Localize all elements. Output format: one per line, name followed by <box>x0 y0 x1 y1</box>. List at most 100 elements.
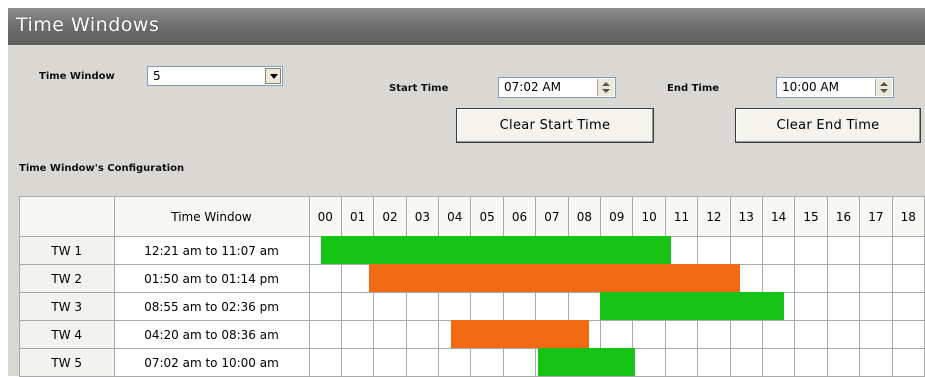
time-range-cell: 01:50 am to 01:14 pm <box>113 264 310 293</box>
hour-cell <box>632 292 666 321</box>
hour-cell <box>405 348 440 377</box>
hour-cell <box>502 292 537 321</box>
hour-cell <box>859 320 893 349</box>
hour-cell <box>373 348 407 377</box>
hour-cell <box>567 236 602 265</box>
hour-cell <box>340 348 375 377</box>
hour-header: 12 <box>697 196 731 237</box>
hour-cell <box>664 320 699 349</box>
hour-header: 08 <box>567 196 602 237</box>
hour-cell <box>891 264 925 293</box>
hour-cell <box>308 264 342 293</box>
time-window-value: 5 <box>153 69 161 83</box>
hour-cell <box>405 292 440 321</box>
table-row[interactable]: TW 2 01:50 am to 01:14 pm <box>19 264 925 293</box>
hour-cell <box>859 292 893 321</box>
hour-cell <box>502 320 537 349</box>
time-range-cell: 04:20 am to 08:36 am <box>113 320 310 349</box>
hour-cell <box>761 292 796 321</box>
time-window-grid: Time Window 00 01 02 03 04 05 06 07 08 09 10 11 12 13… <box>19 196 925 377</box>
time-window-label: Time Window <box>39 71 115 82</box>
spinner-icon[interactable] <box>875 79 892 96</box>
hour-cell <box>600 264 634 293</box>
hour-cell <box>600 236 634 265</box>
hour-header: 18 <box>891 196 925 237</box>
table-row[interactable]: TW 5 07:02 am to 10:00 am <box>19 348 925 377</box>
time-window-select[interactable]: 5 <box>147 66 283 86</box>
hour-header: 11 <box>664 196 699 237</box>
hour-cell <box>438 236 472 265</box>
hour-cell <box>794 236 828 265</box>
hour-cell <box>664 236 699 265</box>
hour-cell <box>632 264 666 293</box>
hour-cell <box>340 292 375 321</box>
time-range-cell: 12:21 am to 11:07 am <box>113 236 310 265</box>
hour-header: 05 <box>470 196 504 237</box>
hour-cell <box>535 320 569 349</box>
hour-cell <box>535 348 569 377</box>
start-time-picker[interactable]: 07:02 AM <box>498 77 616 98</box>
table-row[interactable]: TW 3 08:55 am to 02:36 pm <box>19 292 925 321</box>
hour-cell <box>632 348 666 377</box>
hour-cell <box>470 320 504 349</box>
hour-cell <box>632 320 666 349</box>
tw-label: TW 4 <box>19 320 115 349</box>
hour-cell <box>729 320 763 349</box>
spinner-icon[interactable] <box>597 79 614 96</box>
hour-cell <box>632 236 666 265</box>
hour-cell <box>567 320 602 349</box>
hour-header: 04 <box>438 196 472 237</box>
hour-cell <box>405 264 440 293</box>
hour-header: 15 <box>794 196 828 237</box>
hour-cell <box>438 292 472 321</box>
hour-cell <box>340 320 375 349</box>
hour-cell <box>438 348 472 377</box>
hour-cell <box>859 264 893 293</box>
hour-header: 00 <box>308 196 342 237</box>
start-time-label: Start Time <box>389 83 449 94</box>
hour-cell <box>891 236 925 265</box>
tw-label: TW 5 <box>19 348 115 377</box>
hour-cell <box>697 264 731 293</box>
clear-end-time-button[interactable]: Clear End Time <box>735 108 921 143</box>
table-row[interactable]: TW 1 12:21 am to 11:07 am <box>19 236 925 265</box>
hour-cell <box>502 264 537 293</box>
tw-label: TW 1 <box>19 236 115 265</box>
hour-cell <box>794 264 828 293</box>
hour-header: 03 <box>405 196 440 237</box>
hour-cell <box>373 292 407 321</box>
hour-cell <box>535 292 569 321</box>
hour-cell <box>470 348 504 377</box>
hour-cell <box>761 348 796 377</box>
hour-cell <box>891 348 925 377</box>
hour-header: 06 <box>502 196 537 237</box>
hour-cell <box>308 320 342 349</box>
table-row[interactable]: TW 4 04:20 am to 08:36 am <box>19 320 925 349</box>
hour-cell <box>664 292 699 321</box>
tw-label: TW 3 <box>19 292 115 321</box>
hour-cell <box>308 348 342 377</box>
hour-header: 16 <box>826 196 861 237</box>
hour-cell <box>373 236 407 265</box>
hour-cell <box>405 320 440 349</box>
time-range-cell: 08:55 am to 02:36 pm <box>113 292 310 321</box>
chevron-down-icon[interactable] <box>265 68 281 84</box>
hour-cell <box>794 320 828 349</box>
hour-cell <box>891 292 925 321</box>
hour-cell <box>600 292 634 321</box>
hour-cell <box>308 292 342 321</box>
hour-cell <box>664 264 699 293</box>
hour-header: 02 <box>373 196 407 237</box>
hour-cell <box>859 348 893 377</box>
end-time-picker[interactable]: 10:00 AM <box>776 77 894 98</box>
hour-header: 14 <box>761 196 796 237</box>
clear-start-time-button[interactable]: Clear Start Time <box>456 108 654 143</box>
hour-cell <box>567 292 602 321</box>
hour-cell <box>502 236 537 265</box>
time-window-column-header: Time Window <box>113 196 310 237</box>
hour-cell <box>761 264 796 293</box>
hour-header: 17 <box>859 196 893 237</box>
start-time-value: 07:02 AM <box>504 80 561 94</box>
config-section-label: Time Window's Configuration <box>19 163 185 174</box>
hour-cell <box>470 236 504 265</box>
